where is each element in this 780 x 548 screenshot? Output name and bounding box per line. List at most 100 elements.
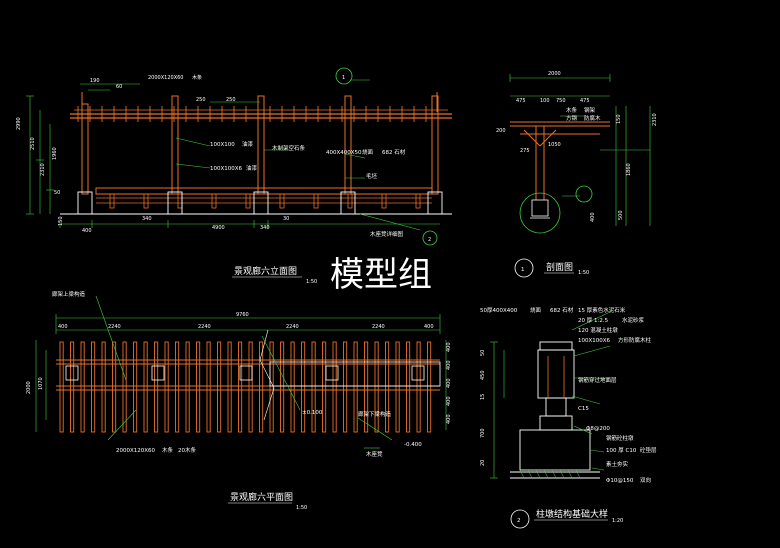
plan-label-lower-beam: 廊架下梁构造 (358, 410, 392, 418)
fnd-label-soil: 素土夯实 (606, 460, 629, 468)
fnd-dim-450: 450 (480, 370, 486, 380)
plan-rafter-slat (416, 341, 421, 433)
plan-dim-2000: 2000 (26, 381, 32, 394)
plan-rafter-slat (353, 341, 358, 433)
section-label-tube: 方钢 (566, 114, 578, 122)
elev-dim-top-60: 60 (116, 84, 122, 90)
elevation-bench-leg (245, 193, 251, 209)
plan-scale: 1:50 (296, 505, 307, 511)
elev-note-post-size: 100X100 (210, 142, 235, 148)
elev-marker-label: 1 (342, 75, 345, 81)
section-title: 剖面图 (546, 261, 573, 273)
elevation-bench-leg (415, 193, 421, 209)
plan-rafter-slat (91, 341, 96, 433)
elevation-detail-marker-2[interactable]: 2 (422, 230, 438, 246)
elevation-bench-leg (177, 193, 183, 209)
plan-label-rafter-count: 20木条 (178, 446, 196, 454)
fnd-layer-post: 方形防腐木柱 (618, 336, 652, 344)
plan-dim-2240c: 2240 (286, 324, 299, 330)
plan-rafter-slat (206, 341, 211, 433)
fnd-layer-cap-finish: 烧面 (530, 306, 542, 314)
foundation-title-marker[interactable]: 2 (510, 509, 530, 529)
elev-note-bench-detail: 木座凳详细图 (370, 230, 404, 238)
section-dim-100: 100 (540, 98, 550, 104)
plan-rafter-slat (322, 341, 327, 433)
section-dim-1860: 1860 (626, 163, 632, 176)
fnd-dim-50: 50 (480, 350, 486, 356)
fnd-layer-cement: 15 厚素色水泥石米 (578, 306, 626, 314)
elev-dim-bottom-340b: 340 (260, 225, 270, 231)
plan-rafter-slat (385, 341, 390, 433)
elev-dim-top-material: 木条 (192, 74, 202, 81)
plan-rafter-slat (280, 341, 285, 433)
plan-rafter-slat (133, 341, 138, 433)
plan-rafter-slat (164, 341, 169, 433)
plan-rafter-slat (217, 341, 222, 433)
plan-title: 景观廊六平面图 (230, 491, 293, 503)
section-dim-500: 500 (618, 210, 624, 220)
elevation-detail-marker[interactable]: 1 (335, 67, 353, 85)
elevation-bench-leg (381, 193, 387, 209)
elev-marker2-label: 2 (428, 237, 431, 243)
elev-note-post-size2: 100X100X6 (210, 166, 243, 172)
plan-dim-2240a: 2240 (108, 324, 121, 330)
section-dim-400: 400 (590, 212, 596, 222)
section-dim-2310: 2310 (652, 113, 658, 126)
plan-dim-1070: 1070 (38, 377, 44, 390)
elev-note-cap-finish: 烧面 (362, 148, 374, 156)
fnd-label-rebar-1: Φ8@200 (586, 426, 610, 432)
plan-dim-400a: 400 (58, 324, 68, 330)
section-label-steel: 钢架 (584, 106, 596, 114)
section-dim-275: 275 (520, 148, 530, 154)
cad-drawing-canvas: 190 60 2000X120X60 木条 250 250 2990 2510 … (16, 67, 658, 529)
plan-rafter-slat (101, 341, 106, 433)
plan-dim-2240b: 2240 (198, 324, 211, 330)
fnd-dim-700: 700 (480, 428, 486, 438)
fnd-label-c10: 100 厚 C10 (606, 447, 637, 454)
fnd-label-rebar-2: Φ10@150 (606, 478, 634, 484)
foundation-labels: 50厚400X400 烧面 682 石材 15 厚素色水泥石米 20 厚 1:2… (480, 306, 657, 529)
foundation-title: 柱墩结构基础大样 (536, 508, 608, 520)
elev-dim-bottom-4900: 4900 (212, 225, 225, 231)
elev-dim-left-2310: 2310 (40, 163, 46, 176)
plan-dim-right-4: 400 (446, 396, 452, 406)
elev-note-rough: 毛坯 (366, 172, 378, 180)
plan-labels: 9760 400 2240 2240 2240 2240 400 2000 10… (26, 290, 452, 511)
fnd-layer-pier: 120 混凝土柱墩 (578, 326, 618, 334)
elevation-bench-leg (279, 193, 285, 209)
plan-label-rafter-size: 2000X120X60 (116, 448, 156, 454)
section-dim-1050: 1050 (548, 142, 561, 148)
fnd-label-blinding: 砼垫层 (640, 446, 657, 454)
section-title-marker[interactable]: 1 (514, 258, 534, 278)
plan-rafter-slat (332, 341, 337, 433)
plan-rafter-slat (70, 341, 75, 433)
plan-rafter-slat (343, 341, 348, 433)
fnd-label-bidirectional: 双向 (640, 476, 651, 484)
plan-rafter-slat (427, 341, 432, 433)
plan-rafter-slat (112, 341, 117, 433)
section-dim-475b: 475 (580, 98, 590, 104)
elev-dim-left-2510: 2510 (30, 137, 36, 150)
section-scale: 1:50 (578, 270, 589, 276)
plan-dim-right-2: 400 (446, 360, 452, 370)
section-marker-number: 1 (521, 267, 525, 273)
watermark: 模型组 (330, 255, 432, 295)
fnd-dim-20: 20 (480, 460, 486, 466)
elevation-scale: 1:50 (306, 279, 317, 285)
elev-dim-bottom-400: 400 (82, 228, 92, 234)
plan-rafter-slat (175, 341, 180, 433)
plan-label-bench: 木座凳 (366, 450, 383, 458)
elev-dim-top-rafter: 2000X120X60 (148, 75, 183, 81)
plan-view (35, 295, 447, 449)
plan-label-level-1: ±0.100 (302, 410, 323, 416)
plan-rafter-slat (143, 341, 148, 433)
plan-rafter-slat (238, 341, 243, 433)
plan-dim-right-5: 400 (446, 414, 452, 424)
plan-label-level-2: -0.400 (404, 442, 422, 448)
elev-note-cap-stone: 682 石材 (382, 148, 406, 156)
fnd-layer-cap-size: 50厚400X400 (480, 307, 518, 314)
fnd-label-rc-pier: 钢筋砼柱墩 (606, 434, 634, 442)
plan-dim-400b: 400 (424, 324, 434, 330)
section-dim-750: 750 (556, 98, 566, 104)
plan-rafter-slat (59, 341, 64, 433)
